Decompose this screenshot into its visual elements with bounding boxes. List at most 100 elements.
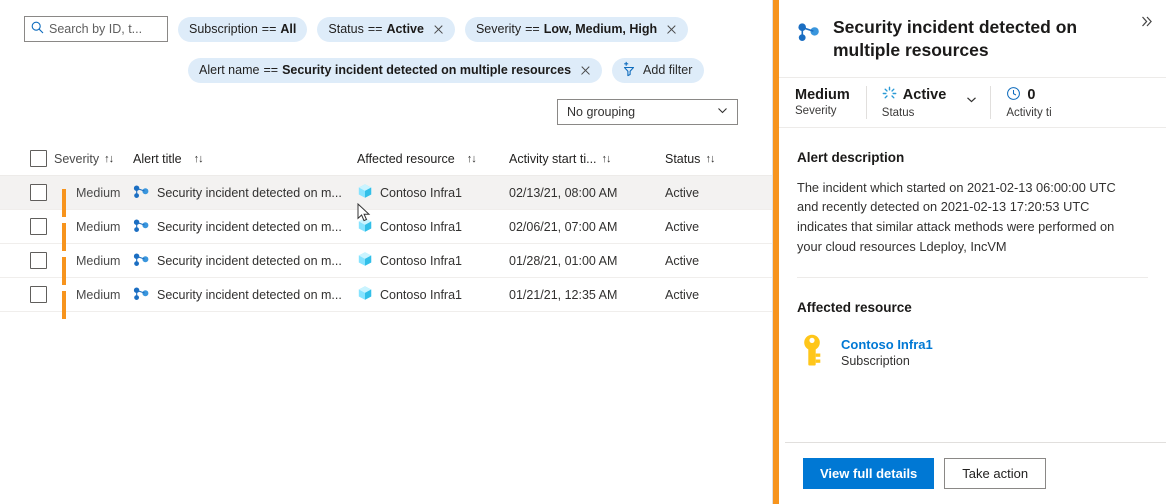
kpi-activity-value-row: 0 — [1006, 86, 1051, 105]
grouping-selected-value: No grouping — [567, 105, 635, 119]
search-input[interactable]: Search by ID, t... — [24, 16, 168, 42]
kpi-activity-label: Activity ti — [1006, 107, 1051, 119]
alert-description-section: Alert description The incident which sta… — [779, 150, 1166, 257]
resource-cube-icon — [357, 285, 373, 304]
affected-resource-type: Subscription — [841, 354, 933, 368]
sort-icon[interactable]: ↑↓ — [104, 153, 113, 165]
cell-status: Active — [665, 220, 765, 234]
incident-graph-icon — [133, 252, 150, 270]
alert-description-text: The incident which started on 2021-02-13… — [797, 178, 1127, 257]
cell-severity: Medium — [54, 288, 133, 302]
filter-bar: Search by ID, t... Subscription == All S… — [0, 0, 772, 88]
select-all-checkbox[interactable] — [30, 150, 47, 167]
affected-resource-link[interactable]: Contoso Infra1 — [841, 337, 933, 352]
alerts-page: Search by ID, t... Subscription == All S… — [0, 0, 1166, 504]
row-checkbox[interactable] — [30, 286, 47, 303]
remove-filter-icon[interactable] — [580, 65, 591, 76]
row-checkbox[interactable] — [30, 252, 47, 269]
table-header-row: Severity ↑↓ Alert title ↑↓ Affected reso… — [0, 142, 772, 176]
resource-cube-icon — [357, 251, 373, 270]
alert-title-text[interactable]: Security incident detected on m... — [157, 254, 342, 268]
search-placeholder-text: Search by ID, t... — [49, 22, 142, 36]
filter-row-primary: Search by ID, t... Subscription == All S… — [0, 11, 772, 47]
cell-status: Active — [665, 288, 765, 302]
filter-key: Severity — [476, 22, 521, 36]
row-checkbox[interactable] — [30, 184, 47, 201]
column-header-label: Status — [665, 152, 700, 166]
sort-icon[interactable]: ↑↓ — [602, 153, 611, 165]
search-icon — [31, 21, 44, 37]
filter-value: Security incident detected on multiple r… — [282, 63, 571, 77]
resource-name-text[interactable]: Contoso Infra1 — [380, 220, 462, 234]
filter-value: All — [280, 22, 296, 36]
sort-icon[interactable]: ↑↓ — [705, 153, 714, 165]
detail-content: Security incident detected on multiple r… — [779, 0, 1166, 504]
column-header-label: Severity — [54, 152, 99, 166]
filter-pill-subscription[interactable]: Subscription == All — [178, 17, 307, 42]
cell-severity: Medium — [54, 186, 133, 200]
filter-key: Subscription — [189, 22, 258, 36]
affected-resource-item[interactable]: Contoso Infra1 Subscription — [797, 333, 1148, 372]
cell-alert-title: Security incident detected on m... — [133, 286, 357, 304]
double-chevron-right-icon[interactable] — [1135, 10, 1157, 32]
resource-name-text[interactable]: Contoso Infra1 — [380, 254, 462, 268]
cell-alert-title: Security incident detected on m... — [133, 252, 357, 270]
chevron-down-icon — [716, 104, 729, 120]
filter-row-secondary: Alert name == Security incident detected… — [0, 52, 772, 88]
column-header-label: Affected resource — [357, 152, 455, 166]
column-header-status[interactable]: Status ↑↓ — [665, 152, 765, 166]
kpi-status[interactable]: Active Status — [866, 78, 991, 127]
filter-operator: == — [368, 22, 383, 36]
cell-activity-start-time: 01/28/21, 01:00 AM — [509, 254, 665, 268]
alert-title-text[interactable]: Security incident detected on m... — [157, 186, 342, 200]
add-filter-label: Add filter — [643, 63, 692, 77]
view-full-details-button[interactable]: View full details — [803, 458, 934, 489]
filter-pill-severity[interactable]: Severity == Low, Medium, High — [465, 17, 688, 42]
resource-name-text[interactable]: Contoso Infra1 — [380, 288, 462, 302]
grouping-select[interactable]: No grouping — [557, 99, 738, 125]
table-row[interactable]: Medium Security incident detected on m..… — [0, 176, 772, 210]
active-spinner-icon — [882, 86, 897, 105]
row-select-cell — [0, 286, 54, 303]
column-header-severity[interactable]: Severity ↑↓ — [54, 152, 133, 166]
column-header-alert-title[interactable]: Alert title ↑↓ — [133, 152, 357, 166]
sort-icon[interactable]: ↑↓ — [194, 153, 203, 165]
cell-affected-resource: Contoso Infra1 — [357, 251, 509, 270]
kpi-status-value-row: Active — [882, 86, 947, 105]
cell-status: Active — [665, 186, 765, 200]
table-row[interactable]: Medium Security incident detected on m..… — [0, 278, 772, 312]
grouping-control: No grouping — [557, 99, 738, 125]
table-row[interactable]: Medium Security incident detected on m..… — [0, 210, 772, 244]
alert-title-text[interactable]: Security incident detected on m... — [157, 288, 342, 302]
affected-resource-title: Affected resource — [797, 300, 1148, 315]
filter-key: Status — [328, 22, 363, 36]
affected-resource-text: Contoso Infra1 Subscription — [841, 337, 933, 368]
remove-filter-icon[interactable] — [433, 24, 444, 35]
sort-icon[interactable]: ↑↓ — [467, 153, 476, 165]
cell-severity: Medium — [54, 254, 133, 268]
add-filter-button[interactable]: Add filter — [612, 58, 704, 83]
column-header-activity-start-time[interactable]: Activity start ti... ↑↓ — [509, 152, 665, 166]
kpi-activity-value: 0 — [1027, 87, 1035, 103]
kpi-status-label: Status — [882, 107, 947, 119]
column-header-affected-resource[interactable]: Affected resource ↑↓ — [357, 152, 509, 166]
alert-description-title: Alert description — [797, 150, 1148, 165]
severity-text: Medium — [76, 186, 120, 200]
table-row[interactable]: Medium Security incident detected on m..… — [0, 244, 772, 278]
alerts-list-pane: Search by ID, t... Subscription == All S… — [0, 0, 772, 504]
chevron-down-icon[interactable] — [965, 93, 978, 111]
remove-filter-icon[interactable] — [666, 24, 677, 35]
row-checkbox[interactable] — [30, 218, 47, 235]
filter-pill-status[interactable]: Status == Active — [317, 17, 455, 42]
incident-graph-icon — [133, 184, 150, 202]
kpi-severity-value: Medium — [795, 87, 850, 103]
cell-alert-title: Security incident detected on m... — [133, 218, 357, 236]
filter-pill-alert-name[interactable]: Alert name == Security incident detected… — [188, 58, 602, 83]
row-select-cell — [0, 218, 54, 235]
take-action-button[interactable]: Take action — [944, 458, 1046, 489]
filter-value: Low, Medium, High — [544, 22, 657, 36]
incident-graph-icon — [797, 21, 821, 48]
filter-operator: == — [525, 22, 540, 36]
resource-name-text[interactable]: Contoso Infra1 — [380, 186, 462, 200]
alert-title-text[interactable]: Security incident detected on m... — [157, 220, 342, 234]
